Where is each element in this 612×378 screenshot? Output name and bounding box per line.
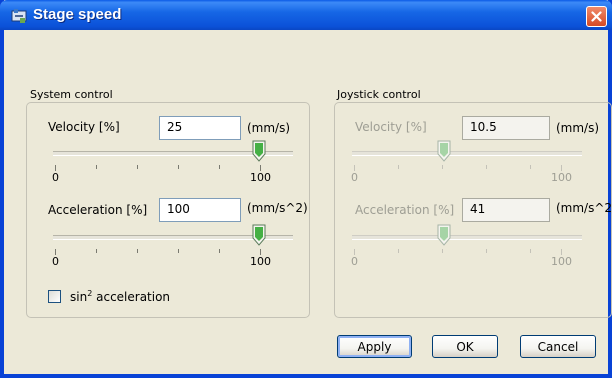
joystick-velocity-max: 100	[551, 171, 572, 184]
joystick-velocity-label: Velocity [%]	[355, 120, 427, 134]
dialog-body: System control Velocity [%] 25 (mm/s) 0 …	[6, 30, 612, 374]
tick	[530, 249, 531, 253]
slider-thumb-icon[interactable]	[252, 140, 266, 162]
tick	[398, 165, 399, 169]
sin2-label-prefix: sin	[70, 290, 88, 304]
joystick-acceleration-input[interactable]: 41	[462, 198, 550, 222]
tick	[96, 249, 97, 253]
stage-speed-dialog: Stage speed System control Velocity [%] …	[0, 0, 612, 378]
sin2-acceleration-label[interactable]: sin2 acceleration	[70, 289, 170, 304]
joystick-control-title: Joystick control	[337, 88, 421, 101]
joystick-control-group: Velocity [%] 10.5 (mm/s) 0 100 Accelerat…	[334, 102, 612, 318]
tick	[486, 165, 487, 169]
title-bar[interactable]: Stage speed	[0, 0, 612, 30]
system-acceleration-input[interactable]: 100	[159, 198, 241, 222]
ok-button[interactable]: OK	[432, 335, 498, 358]
system-velocity-input[interactable]: 25	[159, 116, 241, 140]
joystick-velocity-unit: (mm/s)	[556, 121, 600, 135]
system-acceleration-max: 100	[250, 255, 271, 268]
close-icon	[591, 11, 602, 22]
tick	[442, 249, 443, 253]
tick	[486, 249, 487, 253]
tick	[178, 165, 179, 169]
system-control-group: Velocity [%] 25 (mm/s) 0 100 Acceleratio…	[26, 102, 310, 318]
system-velocity-min: 0	[52, 171, 59, 184]
sin2-label-suffix: acceleration	[92, 290, 171, 304]
tick	[137, 165, 138, 169]
tick	[398, 249, 399, 253]
slider-thumb-icon[interactable]	[252, 224, 266, 246]
system-velocity-max: 100	[250, 171, 271, 184]
system-acceleration-label: Acceleration [%]	[48, 203, 148, 217]
system-velocity-label: Velocity [%]	[48, 120, 120, 134]
joystick-velocity-min: 0	[351, 171, 358, 184]
sin2-acceleration-checkbox[interactable]	[48, 290, 61, 303]
joystick-acceleration-unit: (mm/s^2)	[556, 201, 612, 215]
joystick-acceleration-label: Acceleration [%]	[355, 203, 455, 217]
tick	[530, 165, 531, 169]
system-acceleration-min: 0	[52, 255, 59, 268]
slider-track	[352, 235, 582, 240]
joystick-velocity-input[interactable]: 10.5	[462, 116, 550, 140]
slider-track	[352, 151, 582, 156]
slider-thumb-icon[interactable]	[437, 224, 451, 246]
cancel-button[interactable]: Cancel	[520, 335, 596, 358]
close-button[interactable]	[586, 6, 607, 27]
joystick-acceleration-max: 100	[551, 255, 572, 268]
apply-button[interactable]: Apply	[337, 335, 412, 358]
system-control-title: System control	[30, 88, 113, 101]
joystick-acceleration-min: 0	[351, 255, 358, 268]
slider-thumb-icon[interactable]	[437, 140, 451, 162]
window-title: Stage speed	[33, 6, 122, 23]
tick	[137, 249, 138, 253]
system-velocity-unit: (mm/s)	[247, 121, 291, 135]
tick	[219, 249, 220, 253]
system-acceleration-unit: (mm/s^2)	[247, 201, 308, 215]
tick	[178, 249, 179, 253]
app-icon	[11, 9, 27, 23]
tick	[442, 165, 443, 169]
tick	[219, 165, 220, 169]
tick	[96, 165, 97, 169]
